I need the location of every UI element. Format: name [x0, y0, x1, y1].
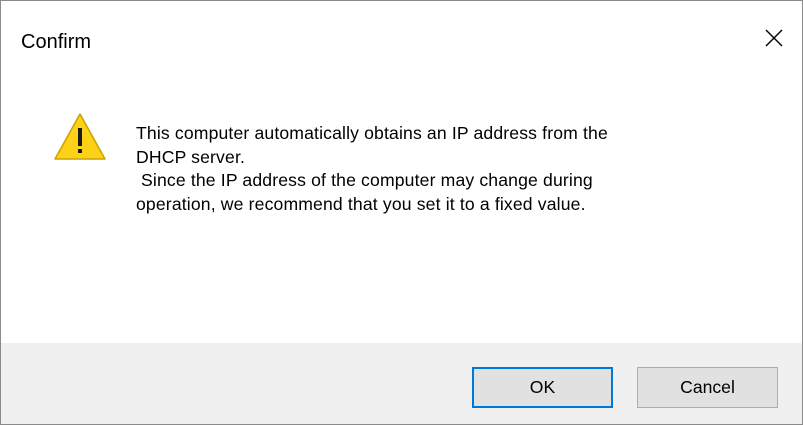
message-line: This computer automatically obtains an I… [136, 123, 608, 143]
message-line: operation, we recommend that you set it … [136, 193, 586, 214]
close-icon [765, 29, 783, 47]
dialog-content: This computer automatically obtains an I… [1, 83, 802, 343]
cancel-button[interactable]: Cancel [637, 367, 778, 408]
message-line: DHCP server. [136, 146, 246, 167]
warning-icon [53, 112, 107, 162]
title-bar: Confirm [1, 1, 802, 83]
button-bar: OK Cancel [1, 343, 802, 424]
close-button[interactable] [757, 21, 791, 55]
ok-button[interactable]: OK [472, 367, 613, 408]
window-title: Confirm [21, 31, 92, 53]
message-line: Since the IP address of the computer may… [136, 170, 593, 190]
confirm-dialog: Confirm This computer automatically obta… [0, 0, 803, 425]
message-text: This computer automatically obtains an I… [136, 122, 776, 216]
